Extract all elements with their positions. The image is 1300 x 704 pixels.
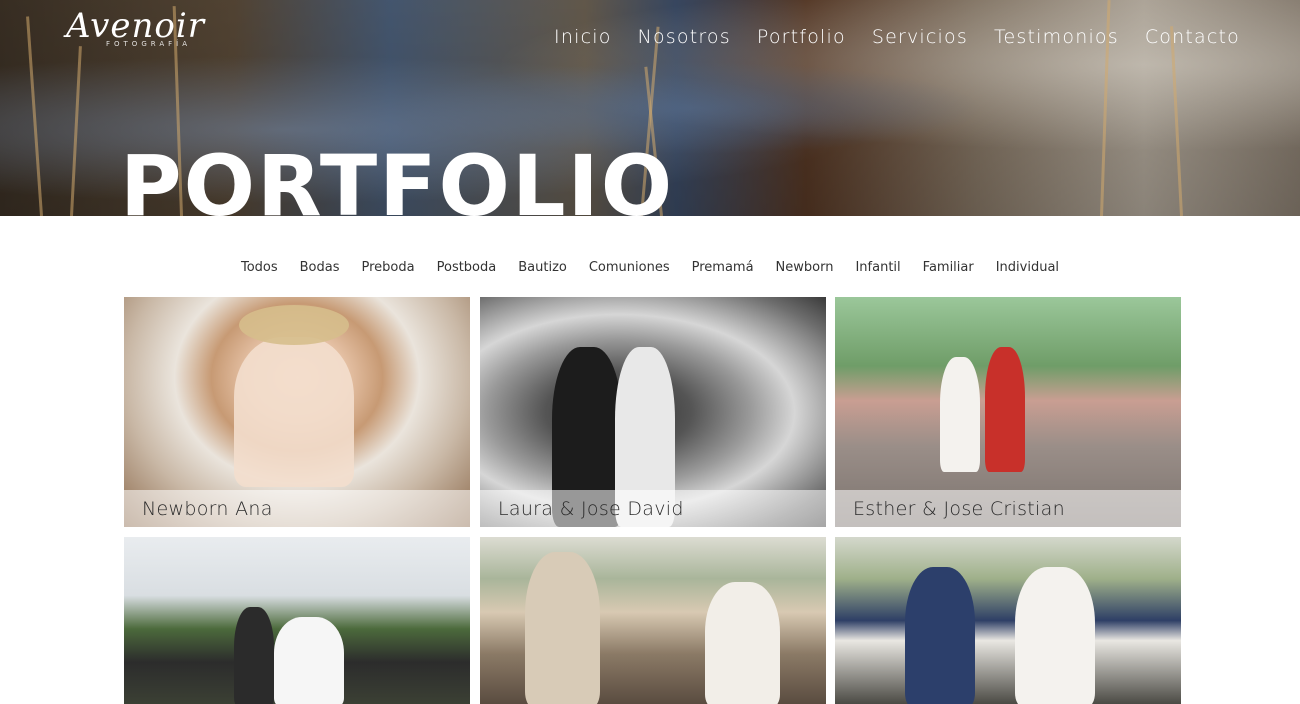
gallery-card[interactable]	[124, 537, 470, 704]
brand-logo[interactable]: Avenoir FOTOGRAFÍA	[66, 6, 205, 48]
gallery-caption: Newborn Ana	[142, 497, 273, 520]
nav-inicio[interactable]: Inicio	[554, 26, 611, 48]
nav-nosotros[interactable]: Nosotros	[638, 26, 731, 48]
brand-tagline: FOTOGRAFÍA	[106, 40, 191, 48]
filter-familiar[interactable]: Familiar	[923, 260, 974, 275]
gallery-card[interactable]	[480, 537, 826, 704]
filter-individual[interactable]: Individual	[996, 260, 1059, 275]
gallery-card-laura-jose-david[interactable]: Laura & Jose David	[480, 297, 826, 527]
gallery-card[interactable]	[835, 537, 1181, 704]
nav-contacto[interactable]: Contacto	[1145, 26, 1240, 48]
filter-premama[interactable]: Premamá	[692, 260, 754, 275]
filter-bautizo[interactable]: Bautizo	[518, 260, 567, 275]
gallery-photo	[835, 537, 1181, 704]
nav-portfolio[interactable]: Portfolio	[757, 26, 846, 48]
main-nav: Inicio Nosotros Portfolio Servicios Test…	[554, 26, 1240, 48]
gallery-caption: Laura & Jose David	[498, 497, 684, 520]
gallery-card-esther-jose-cristian[interactable]: Esther & Jose Cristian	[835, 297, 1181, 527]
portfolio-filter-bar: Todos Bodas Preboda Postboda Bautizo Com…	[0, 260, 1300, 275]
gallery-caption-bar: Laura & Jose David	[480, 490, 826, 527]
filter-bodas[interactable]: Bodas	[300, 260, 340, 275]
filter-preboda[interactable]: Preboda	[362, 260, 415, 275]
gallery-card-newborn-ana[interactable]: Newborn Ana	[124, 297, 470, 527]
gallery-caption: Esther & Jose Cristian	[853, 497, 1065, 520]
nav-testimonios[interactable]: Testimonios	[994, 26, 1119, 48]
filter-newborn[interactable]: Newborn	[776, 260, 834, 275]
filter-infantil[interactable]: Infantil	[855, 260, 900, 275]
filter-comuniones[interactable]: Comuniones	[589, 260, 670, 275]
gallery-photo	[480, 537, 826, 704]
filter-todos[interactable]: Todos	[241, 260, 278, 275]
gallery-photo	[124, 537, 470, 704]
nav-servicios[interactable]: Servicios	[872, 26, 968, 48]
page-title: PORTFOLIO	[120, 137, 675, 216]
hero-banner: Avenoir FOTOGRAFÍA Inicio Nosotros Portf…	[0, 0, 1300, 216]
gallery-caption-bar: Newborn Ana	[124, 490, 470, 527]
gallery-caption-bar: Esther & Jose Cristian	[835, 490, 1181, 527]
filter-postboda[interactable]: Postboda	[437, 260, 497, 275]
